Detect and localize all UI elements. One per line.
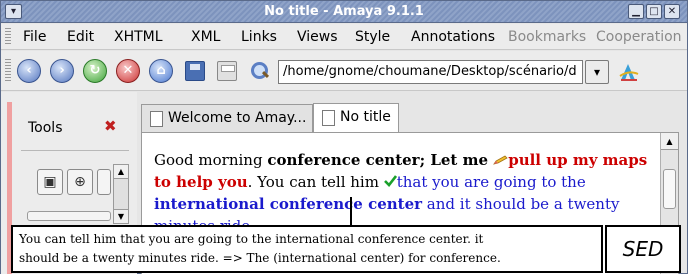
url-input[interactable]: /home/gnome/choumane/Desktop/scénario/d	[278, 60, 583, 84]
image-tool-button[interactable]: ▣	[37, 169, 63, 195]
menu-file[interactable]: File	[23, 29, 46, 45]
back-icon: ‹	[26, 63, 32, 78]
scroll-up-icon[interactable]: ▲	[114, 165, 128, 179]
toolbar-grip[interactable]	[5, 59, 11, 83]
menu-views[interactable]: Views	[297, 29, 338, 45]
menu-bookmarks[interactable]: Bookmarks	[508, 29, 586, 45]
forward-icon: ›	[59, 63, 65, 78]
caption-line: You can tell him that you are going to t…	[19, 232, 484, 246]
scroll-up-icon[interactable]: ▲	[661, 133, 678, 150]
minimize-icon: ▁	[632, 6, 640, 17]
panel-scrollbar[interactable]: ▲ ▼	[113, 164, 129, 224]
text-segment: conference center; Let me	[267, 151, 494, 169]
menu-annotations[interactable]: Annotations	[411, 29, 495, 45]
document-icon	[150, 111, 163, 127]
home-icon: ⌂	[156, 63, 166, 78]
url-dropdown-button[interactable]: ▾	[585, 60, 609, 84]
find-icon[interactable]	[249, 61, 269, 81]
close-icon[interactable]: ✖	[104, 117, 117, 135]
amaya-icon[interactable]	[618, 60, 640, 84]
tab-no-title[interactable]: No title	[313, 103, 399, 133]
check-icon	[383, 175, 397, 187]
menu-bar: File Edit XHTML XML Links Views Style An…	[1, 24, 687, 50]
tools-separator	[21, 150, 129, 151]
panel-hscroll[interactable]	[27, 211, 111, 221]
maximize-button[interactable]: □	[646, 4, 662, 19]
amaya-window: ▾ No title - Amaya 9.1.1 ▁ □ ✕ File Edit…	[0, 0, 688, 274]
chevron-down-icon: ▾	[593, 65, 601, 79]
scroll-thumb[interactable]	[663, 169, 676, 209]
tools-label: Tools	[28, 120, 63, 136]
crosshair-tool-button[interactable]: ⊕	[67, 169, 93, 195]
menubar-grip[interactable]	[5, 28, 11, 46]
tab-label: No title	[340, 109, 391, 125]
reload-button[interactable]: ↻	[83, 59, 107, 83]
forward-button[interactable]: ›	[50, 59, 74, 83]
more-tool-button[interactable]	[97, 169, 111, 195]
menu-edit[interactable]: Edit	[67, 29, 94, 45]
save-icon[interactable]	[185, 61, 205, 81]
print-icon[interactable]	[217, 61, 237, 81]
text-segment: that you are going to the	[396, 173, 586, 191]
back-button[interactable]: ‹	[17, 59, 41, 83]
image-icon: ▣	[43, 174, 57, 190]
crosshair-icon: ⊕	[74, 174, 86, 190]
menu-style[interactable]: Style	[355, 29, 390, 45]
minimize-button[interactable]: ▁	[628, 4, 644, 19]
text-segment: international conference center	[154, 195, 423, 213]
maximize-icon: □	[649, 6, 659, 17]
pencil-icon	[493, 155, 508, 165]
text-segment: Good morning	[154, 151, 268, 169]
stop-icon: ✕	[122, 63, 134, 78]
window-title: No title - Amaya 9.1.1	[264, 4, 424, 19]
text-segment: . You can tell him	[247, 173, 384, 191]
tab-label: Welcome to Amay...	[168, 110, 307, 126]
caption-line: should be a twenty minutes ride. => The …	[19, 251, 501, 265]
menu-links[interactable]: Links	[241, 29, 277, 45]
close-button[interactable]: ✕	[664, 4, 680, 19]
transcript-caption: You can tell him that you are going to t…	[11, 225, 603, 273]
tab-welcome[interactable]: Welcome to Amay...	[141, 104, 313, 132]
menu-xhtml[interactable]: XHTML	[114, 29, 163, 45]
reload-icon: ↻	[89, 63, 101, 78]
document-text[interactable]: Good morning conference center; Let me p…	[154, 149, 654, 237]
document-icon	[322, 110, 335, 126]
menu-cooperation[interactable]: Cooperation	[596, 29, 682, 45]
sed-badge: SED	[605, 225, 681, 273]
home-button[interactable]: ⌂	[149, 59, 173, 83]
stop-button[interactable]: ✕	[116, 59, 140, 83]
close-icon: ✕	[667, 6, 677, 17]
scroll-down-icon[interactable]: ▼	[114, 209, 128, 223]
title-bar: ▾ No title - Amaya 9.1.1 ▁ □ ✕	[1, 1, 687, 23]
menu-xml[interactable]: XML	[191, 29, 220, 45]
toolbar: ‹ › ↻ ✕ ⌂ /home/gnome/choumane/Desktop/s…	[1, 51, 687, 91]
